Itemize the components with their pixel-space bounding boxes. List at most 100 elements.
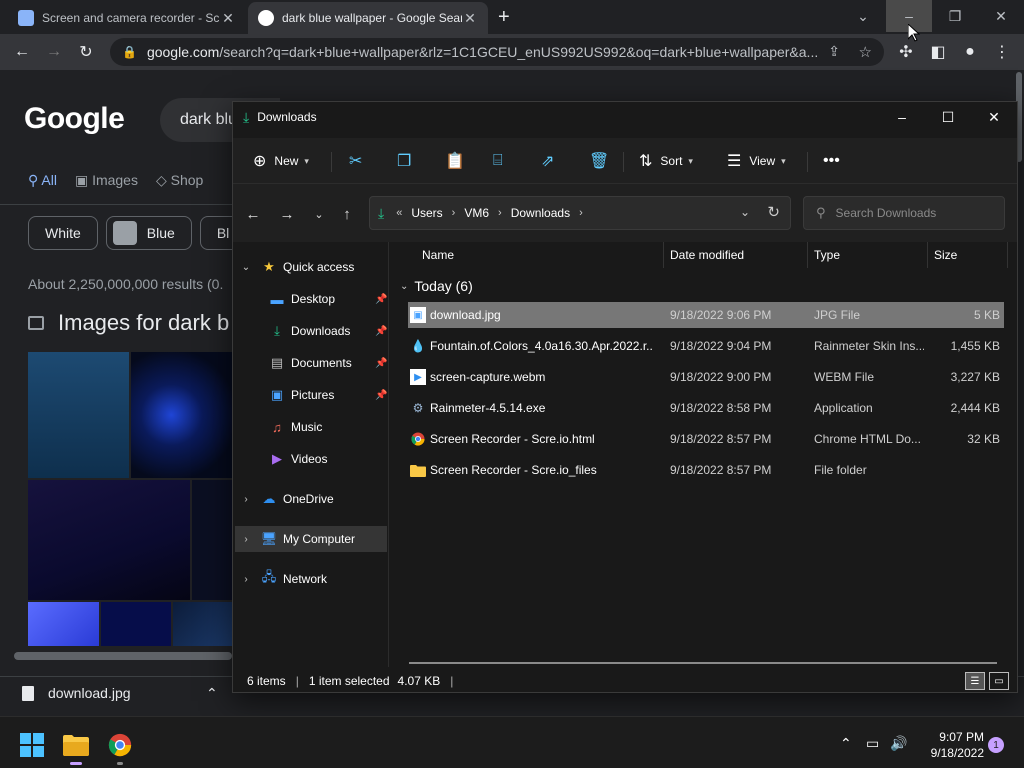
- recent-locations-chevron-icon[interactable]: ⌄: [307, 202, 331, 226]
- chevron-right-icon[interactable]: ›: [579, 207, 583, 219]
- chevron-up-icon[interactable]: ⌃: [206, 685, 218, 702]
- back-arrow-icon[interactable]: ←: [241, 202, 265, 226]
- address-bar[interactable]: ⤓ « Users › VM6 › Downloads › ⌄ ↻: [369, 196, 791, 230]
- image-thumbnail[interactable]: [28, 480, 190, 600]
- share-button[interactable]: ⇗: [541, 148, 554, 174]
- chevron-right-icon[interactable]: ›: [239, 574, 253, 585]
- chevron-right-icon[interactable]: ›: [239, 534, 253, 545]
- show-hidden-icons-chevron-icon[interactable]: ⌃: [840, 735, 852, 752]
- nav-quick-access[interactable]: ⌄ ★ Quick access: [239, 254, 355, 280]
- address-bar[interactable]: 🔒 google.com/search?q=dark+blue+wallpape…: [110, 38, 884, 66]
- horizontal-scrollbar[interactable]: [0, 648, 232, 662]
- restore-button[interactable]: ❐: [932, 0, 978, 32]
- forward-arrow-icon[interactable]: →: [275, 202, 299, 226]
- column-header-type[interactable]: Type: [808, 242, 928, 268]
- image-thumbnail[interactable]: [28, 352, 129, 478]
- notification-badge[interactable]: 1: [988, 737, 1004, 753]
- details-view-icon[interactable]: ☰: [965, 672, 985, 690]
- copy-button[interactable]: ❐: [397, 148, 411, 174]
- file-row[interactable]: ▣ download.jpg 9/18/2022 9:06 PM JPG Fil…: [408, 302, 1004, 328]
- image-thumbnail[interactable]: [101, 602, 171, 646]
- bookmark-star-icon[interactable]: ☆: [859, 43, 872, 61]
- nav-network[interactable]: › 🖧 Network: [239, 566, 327, 592]
- nav-documents[interactable]: ▤ Documents 📌: [269, 350, 388, 376]
- profile-avatar-icon[interactable]: ●: [958, 40, 982, 64]
- chrome-taskbar-icon[interactable]: [104, 729, 136, 765]
- breadcrumb-users[interactable]: Users: [411, 206, 442, 220]
- close-window-button[interactable]: ✕: [978, 0, 1024, 32]
- sort-button[interactable]: ⇅ Sort ▾: [639, 148, 693, 174]
- more-options-button[interactable]: •••: [823, 148, 840, 174]
- explorer-maximize-button[interactable]: ☐: [925, 102, 971, 132]
- nav-my-computer[interactable]: › 🖥 My Computer: [235, 526, 387, 552]
- tab-search-chevron-icon[interactable]: ⌄: [840, 0, 886, 32]
- view-button[interactable]: ☰ View ▾: [727, 148, 786, 174]
- refresh-icon[interactable]: ↻: [767, 203, 780, 221]
- network-status-icon[interactable]: ▭: [866, 735, 879, 752]
- side-panel-icon[interactable]: ◧: [926, 40, 950, 64]
- image-thumbnail[interactable]: [28, 602, 99, 646]
- file-row[interactable]: Screen Recorder - Scre.io.html 9/18/2022…: [408, 426, 1004, 452]
- google-tab-shopping[interactable]: ◇ Shop: [156, 172, 203, 189]
- chevron-right-icon[interactable]: ›: [498, 207, 502, 219]
- system-clock[interactable]: 9:07 PM 9/18/2022: [914, 729, 984, 761]
- reload-icon[interactable]: ↻: [74, 40, 98, 64]
- lock-icon[interactable]: 🔒: [122, 45, 137, 59]
- search-downloads-input[interactable]: ⚲ Search Downloads: [803, 196, 1005, 230]
- image-thumbnail[interactable]: [173, 602, 232, 646]
- forward-arrow-icon[interactable]: →: [42, 40, 66, 64]
- rename-button[interactable]: ⌸: [493, 148, 503, 174]
- file-row[interactable]: ⚙ Rainmeter-4.5.14.exe 9/18/2022 8:58 PM…: [408, 395, 1004, 421]
- new-button[interactable]: ⊕ New ▾: [253, 148, 309, 174]
- column-header-size[interactable]: Size: [928, 242, 1008, 268]
- image-thumbnail[interactable]: [192, 480, 232, 600]
- column-header-name[interactable]: Name: [416, 242, 664, 268]
- browser-tab-screen-recorder[interactable]: Screen and camera recorder - Scre ✕: [8, 2, 246, 34]
- share-icon[interactable]: ⇪: [828, 43, 840, 60]
- nav-desktop[interactable]: ▬ Desktop 📌: [269, 286, 388, 312]
- scrollbar-thumb[interactable]: [14, 652, 232, 660]
- start-windows-icon[interactable]: [20, 733, 44, 757]
- tiles-view-icon[interactable]: ▭: [989, 672, 1009, 690]
- column-header-date[interactable]: Date modified: [664, 242, 808, 268]
- nav-pictures[interactable]: ▣ Pictures 📌: [269, 382, 388, 408]
- chevron-right-icon[interactable]: ›: [452, 207, 456, 219]
- download-item[interactable]: download.jpg: [22, 685, 131, 701]
- file-row[interactable]: Screen Recorder - Scre.io_files 9/18/202…: [408, 457, 1004, 483]
- file-row[interactable]: ▶ screen-capture.webm 9/18/2022 9:00 PM …: [408, 364, 1004, 390]
- explorer-close-button[interactable]: ✕: [971, 102, 1017, 132]
- breadcrumb-downloads[interactable]: Downloads: [511, 206, 570, 220]
- google-tab-images[interactable]: ▣ Images: [75, 172, 138, 189]
- overflow-chevron-icon[interactable]: «: [396, 207, 402, 219]
- google-logo[interactable]: Google: [24, 102, 125, 136]
- nav-videos[interactable]: ▶ Videos: [269, 446, 327, 472]
- delete-button[interactable]: 🗑: [589, 148, 609, 174]
- cut-button[interactable]: ✂: [349, 148, 362, 174]
- explorer-minimize-button[interactable]: –: [879, 102, 925, 132]
- nav-downloads[interactable]: ⤓ Downloads 📌: [269, 318, 387, 344]
- up-arrow-icon[interactable]: ↑: [335, 202, 359, 226]
- breadcrumb-vm6[interactable]: VM6: [464, 206, 489, 220]
- close-tab-icon[interactable]: ✕: [220, 10, 236, 27]
- browser-tab-google-search[interactable]: dark blue wallpaper - Google Sear ✕: [248, 2, 488, 34]
- close-tab-icon[interactable]: ✕: [462, 10, 478, 27]
- address-dropdown-chevron-icon[interactable]: ⌄: [740, 205, 750, 219]
- chip-white[interactable]: White: [28, 216, 98, 250]
- chrome-menu-icon[interactable]: ⋮: [990, 40, 1014, 64]
- chevron-down-icon[interactable]: ⌄: [239, 262, 253, 273]
- nav-music[interactable]: ♫ Music: [269, 414, 322, 440]
- group-header-today[interactable]: ⌄ Today (6): [400, 278, 473, 294]
- chevron-right-icon[interactable]: ›: [239, 494, 253, 505]
- file-row[interactable]: 💧 Fountain.of.Colors_4.0a16.30.Apr.2022.…: [408, 333, 1004, 359]
- chip-blue[interactable]: Blue: [105, 216, 192, 250]
- new-tab-button[interactable]: +: [498, 6, 510, 29]
- back-arrow-icon[interactable]: ←: [10, 40, 34, 64]
- paste-button[interactable]: 📋: [445, 148, 465, 174]
- nav-onedrive[interactable]: › ☁ OneDrive: [239, 486, 333, 512]
- google-tab-all[interactable]: ⚲ All: [28, 172, 57, 189]
- volume-icon[interactable]: 🔊: [890, 735, 907, 752]
- file-explorer-taskbar-icon[interactable]: [60, 729, 92, 765]
- image-thumbnail[interactable]: [131, 352, 232, 478]
- extensions-puzzle-icon[interactable]: ✣: [894, 40, 918, 64]
- file-list-horizontal-scrollbar[interactable]: [409, 662, 997, 664]
